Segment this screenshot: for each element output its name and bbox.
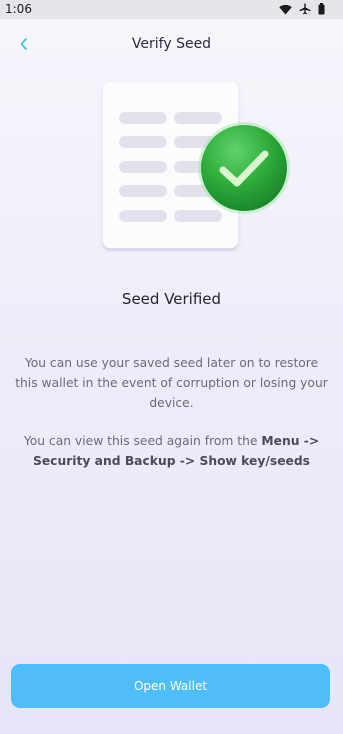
restore-info-text: You can use your saved seed later on to … [15, 356, 328, 410]
seed-word-placeholder [119, 112, 167, 124]
wifi-icon [279, 4, 292, 15]
page-title: Verify Seed [131, 36, 212, 52]
open-wallet-button[interactable]: Open Wallet [11, 664, 330, 708]
status-time: 1:06 [5, 2, 32, 16]
status-icons [279, 3, 325, 15]
view-seed-info-prefix: You can view this seed again from the [23, 434, 262, 448]
seed-word-placeholder [119, 210, 167, 222]
airplane-icon [299, 3, 311, 15]
checkmark-badge-icon [196, 120, 292, 216]
seed-verified-illustration [103, 82, 295, 252]
status-bar: 1:06 [0, 0, 343, 19]
battery-icon [318, 3, 325, 15]
view-seed-info-text: You can view this seed again from the Me… [12, 431, 331, 471]
seed-word-placeholder [119, 136, 167, 148]
seed-word-placeholder [119, 161, 167, 173]
seed-verified-heading: Seed Verified [121, 290, 222, 308]
seed-word-placeholder [119, 185, 167, 197]
